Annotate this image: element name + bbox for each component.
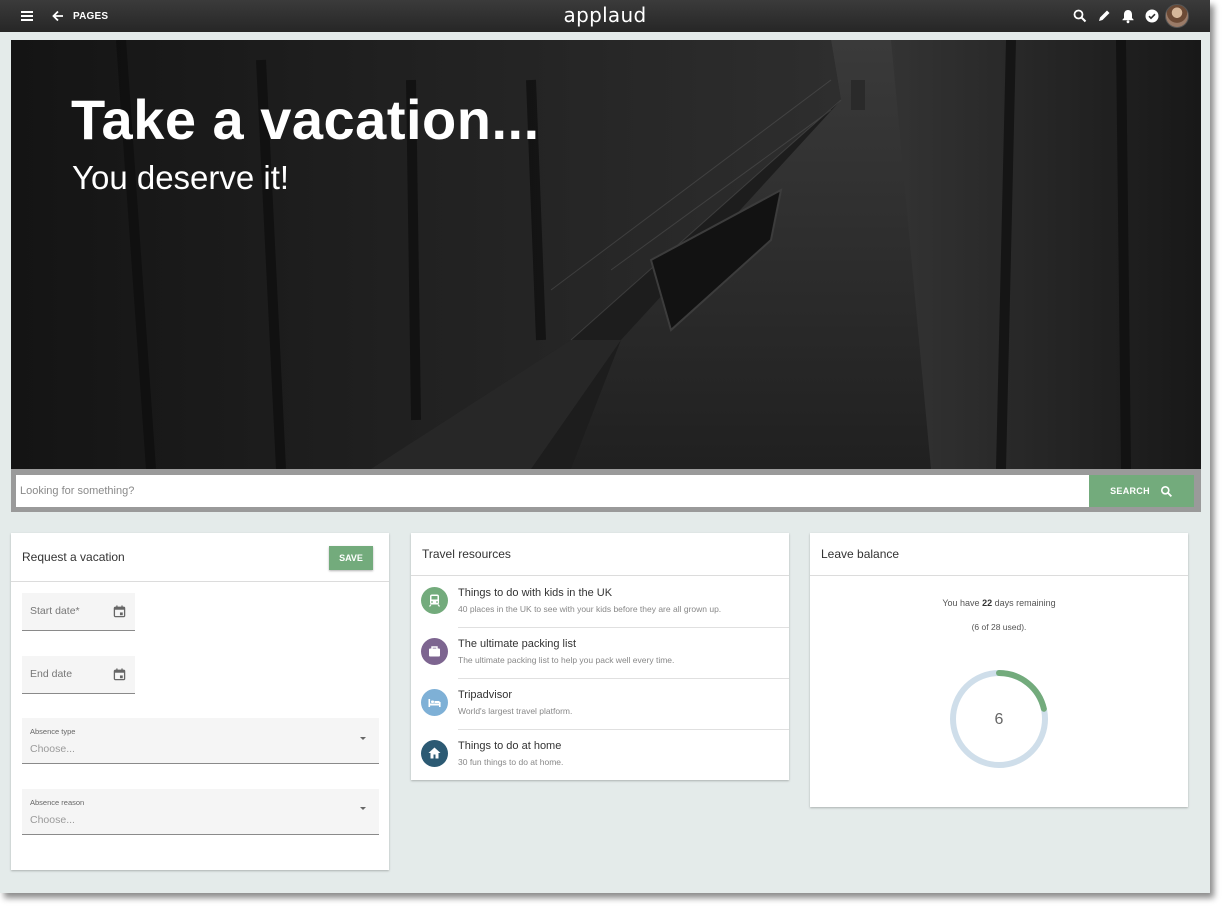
app-window: PAGES applaud Take a vacation... You des…: [0, 0, 1210, 893]
resource-item-packing-list[interactable]: The ultimate packing list The ultimate p…: [411, 627, 789, 678]
donut-used-value: 6: [995, 711, 1004, 728]
donut-progress-arc: [996, 670, 1047, 712]
start-date-placeholder: Start date*: [30, 605, 80, 617]
train-icon: [429, 594, 440, 607]
days-remaining-text: You have 22 days remaining: [810, 598, 1188, 608]
resource-title: Things to do with kids in the UK: [458, 587, 613, 599]
start-date-field[interactable]: Start date*: [22, 593, 135, 631]
check-circle-icon[interactable]: [1144, 8, 1160, 24]
travel-resources-title: Travel resources: [422, 547, 511, 561]
leave-donut-chart: 6: [950, 670, 1048, 768]
back-link-label: PAGES: [73, 10, 109, 22]
resource-title: The ultimate packing list: [458, 638, 576, 650]
resource-title: Things to do at home: [458, 740, 562, 752]
resource-description: 30 fun things to do at home.: [458, 757, 564, 767]
absence-reason-value: Choose...: [30, 814, 75, 826]
search-input[interactable]: [16, 475, 1089, 507]
resource-title: Tripadvisor: [458, 689, 512, 701]
back-to-pages-link[interactable]: PAGES: [52, 7, 108, 25]
search-button-label: SEARCH: [1110, 486, 1150, 496]
resource-description: World's largest travel platform.: [458, 706, 573, 716]
resource-icon-circle: [421, 740, 448, 767]
resource-icon-circle: [421, 638, 448, 665]
days-used-text: (6 of 28 used).: [971, 622, 1027, 632]
user-avatar[interactable]: [1165, 4, 1189, 28]
days-remaining-prefix: You have: [942, 598, 983, 608]
absence-type-label: Absence type: [30, 727, 76, 736]
suitcase-icon: [429, 646, 440, 657]
search-icon[interactable]: [1072, 8, 1088, 24]
travel-resources-card: Travel resources Things to do with kids …: [411, 533, 789, 780]
resource-icon-circle: [421, 587, 448, 614]
search-button[interactable]: SEARCH: [1089, 475, 1194, 507]
end-date-field[interactable]: End date: [22, 656, 135, 694]
search-bar: SEARCH: [11, 469, 1201, 512]
leave-balance-card: Leave balance You have 22 days remaining…: [810, 533, 1188, 807]
bell-icon[interactable]: [1120, 8, 1136, 24]
top-bar: PAGES applaud: [0, 0, 1210, 32]
card-divider: [810, 575, 1188, 576]
chevron-down-icon: [360, 807, 366, 810]
calendar-icon[interactable]: [113, 605, 126, 618]
absence-reason-label: Absence reason: [30, 798, 85, 807]
request-vacation-card: Request a vacation SAVE Start date* End …: [11, 533, 389, 870]
bed-icon: [428, 699, 441, 707]
resource-item-kids-uk[interactable]: Things to do with kids in the UK 40 plac…: [411, 576, 789, 627]
home-icon: [428, 747, 441, 759]
resource-item-tripadvisor[interactable]: Tripadvisor World's largest travel platf…: [411, 678, 789, 729]
resource-description: 40 places in the UK to see with your kid…: [458, 604, 722, 614]
edit-icon[interactable]: [1096, 8, 1112, 24]
absence-type-value: Choose...: [30, 743, 75, 755]
absence-type-select[interactable]: Absence type Choose...: [22, 718, 379, 764]
resource-icon-circle: [421, 689, 448, 716]
calendar-icon[interactable]: [113, 668, 126, 681]
resource-description: The ultimate packing list to help you pa…: [458, 655, 675, 665]
hero-banner: Take a vacation... You deserve it!: [11, 40, 1201, 469]
save-button[interactable]: SAVE: [329, 546, 373, 570]
hero-subtitle: You deserve it!: [72, 159, 290, 196]
hero-title: Take a vacation...: [71, 88, 540, 151]
end-date-placeholder: End date: [30, 668, 73, 680]
leave-balance-title: Leave balance: [821, 547, 900, 561]
days-remaining-count: 22: [982, 598, 993, 608]
app-logo: applaud: [563, 3, 647, 27]
card-divider: [11, 581, 389, 582]
arrow-left-icon: [52, 10, 63, 22]
search-icon: [1160, 485, 1172, 497]
resource-item-things-at-home[interactable]: Things to do at home 30 fun things to do…: [411, 729, 789, 780]
request-vacation-title: Request a vacation: [22, 550, 125, 564]
chevron-down-icon: [360, 737, 366, 740]
hamburger-menu-icon[interactable]: [19, 8, 37, 24]
days-remaining-suffix: days remaining: [992, 598, 1056, 608]
absence-reason-select[interactable]: Absence reason Choose...: [22, 789, 379, 835]
